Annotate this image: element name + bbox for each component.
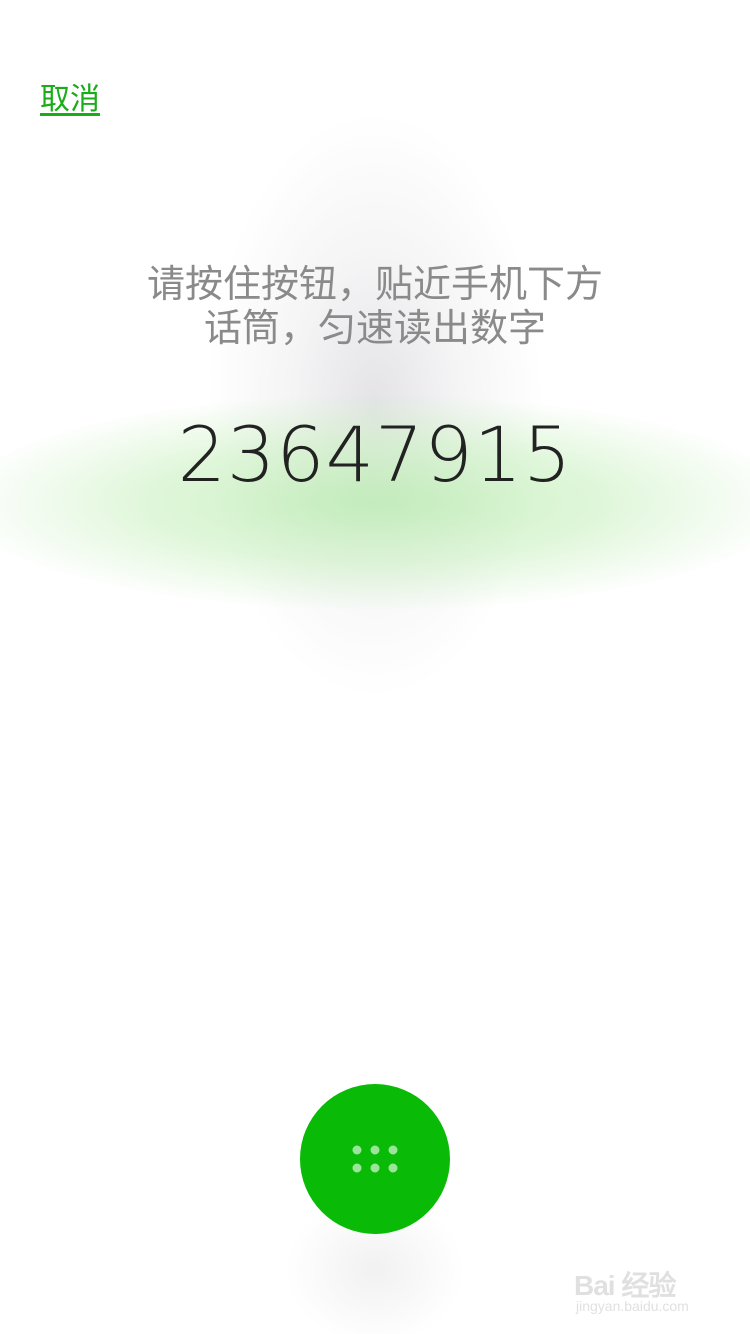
baidu-jingyan-watermark: Bai 经验 jingyan.baidu.com bbox=[574, 1258, 724, 1318]
watermark-url: jingyan.baidu.com bbox=[576, 1298, 689, 1314]
instruction-line-2: 话筒，匀速读出数字 bbox=[203, 306, 546, 350]
hold-to-talk-button[interactable] bbox=[300, 1084, 450, 1234]
instruction-text: 请按住按钮，贴近手机下方 话筒，匀速读出数字 bbox=[0, 262, 750, 350]
cancel-link[interactable]: 取消 bbox=[40, 80, 100, 120]
instruction-line-1: 请按住按钮，贴近手机下方 bbox=[146, 262, 603, 306]
keypad-dots-icon bbox=[352, 1145, 398, 1173]
verification-digits: 23647915 bbox=[177, 410, 573, 499]
voiceprint-verify-screen: 取消 请按住按钮，贴近手机下方 话筒，匀速读出数字 23647915 Bai 经… bbox=[0, 0, 750, 1334]
